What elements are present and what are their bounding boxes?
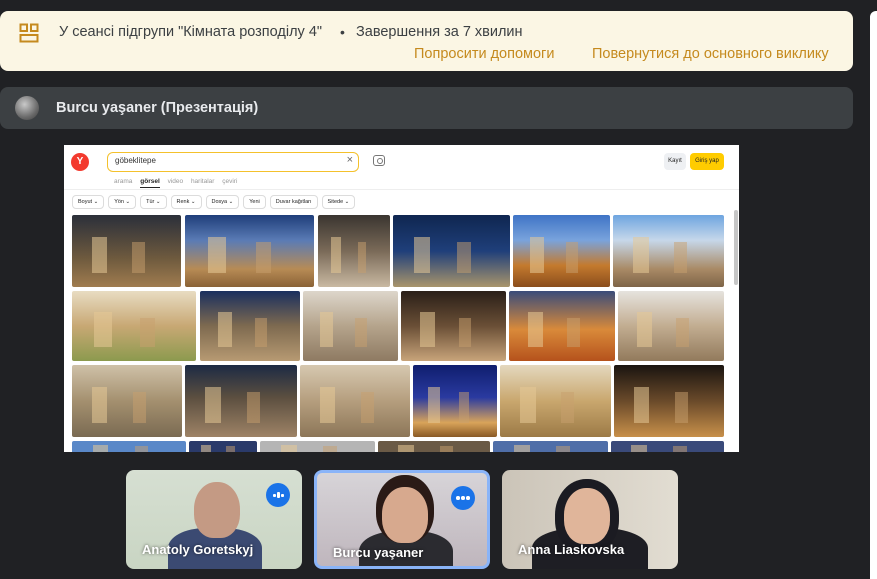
shared-tab-video: video [167, 178, 184, 185]
participant-video-face [194, 482, 240, 538]
participant-tile[interactable]: Anatoly Goretskyj [126, 470, 302, 569]
shared-scrollbar [734, 210, 738, 285]
return-to-main-call-link[interactable]: Повернутися до основного виклику [592, 46, 829, 62]
more-options-icon[interactable] [451, 486, 475, 510]
image-result [200, 291, 300, 361]
image-result [393, 215, 510, 287]
image-result [300, 365, 410, 437]
ask-for-help-link[interactable]: Попросити допомоги [414, 46, 554, 62]
shared-filter-chip: Dosya ⌄ [205, 195, 240, 209]
participant-name: Anatoly Goretskyj [142, 542, 254, 557]
shared-search-tabs: arama görsel video haritalar çeviri [114, 178, 243, 188]
shared-tab-gorsel: görsel [140, 178, 160, 188]
shared-search-query: göbeklitepe [115, 156, 156, 165]
shared-filter-bar: Boyut ⌄ Yön ⌄ Tür ⌄ Renk ⌄ Dosya ⌄ Yeni … [72, 195, 356, 209]
participant-video-face [564, 488, 610, 544]
participant-tile[interactable]: Anna Liaskovska [502, 470, 678, 569]
image-result [189, 441, 257, 452]
presenter-name: Burcu yaşaner (Презентація) [56, 100, 259, 116]
breakout-room-icon [19, 23, 39, 43]
shared-filter-chip: Boyut ⌄ [72, 195, 105, 209]
participant-name: Anna Liaskovska [518, 542, 625, 557]
shared-filter-chip: Yeni [243, 195, 266, 209]
shared-filter-chip: Renk ⌄ [170, 195, 202, 209]
participant-name: Burcu yaşaner [333, 545, 424, 560]
speaking-indicator-icon [266, 483, 290, 507]
image-result [493, 441, 608, 452]
side-panel-edge [870, 11, 877, 579]
separator-dot: • [340, 24, 345, 40]
shared-filter-chip: Duvar kağıtları [269, 195, 318, 209]
image-result [401, 291, 506, 361]
breakout-timer: Завершення за 7 хвилин [356, 24, 523, 40]
shared-filter-chip: Sitede ⌄ [321, 195, 356, 209]
image-result [500, 365, 611, 437]
shared-filter-chip: Tür ⌄ [140, 195, 167, 209]
image-result [72, 215, 181, 287]
image-result [614, 365, 724, 437]
image-result [303, 291, 398, 361]
shared-login-button: Giriş yap [690, 153, 724, 170]
image-result [413, 365, 497, 437]
clear-icon: × [346, 154, 353, 166]
breakout-banner: У сеансі підгрупи "Кімната розподілу 4" … [0, 11, 853, 71]
shared-filter-chip: Yön ⌄ [108, 195, 137, 209]
breakout-session-title: У сеансі підгрупи "Кімната розподілу 4" [59, 24, 323, 40]
shared-tab-ceviri: çeviri [222, 178, 238, 185]
presenter-avatar [15, 96, 39, 120]
shared-screen: Y göbeklitepe × Kayıt Giriş yap arama gö… [64, 145, 739, 452]
image-result [72, 441, 186, 452]
shared-kayit-button: Kayıt [664, 153, 686, 170]
participant-tile[interactable]: Burcu yaşaner [314, 470, 490, 569]
camera-search-icon [373, 155, 385, 166]
image-result [378, 441, 490, 452]
shared-tab-haritalar: haritalar [190, 178, 215, 185]
image-result [72, 365, 182, 437]
image-result [613, 215, 724, 287]
image-result [72, 291, 196, 361]
image-result [318, 215, 390, 287]
participant-video-face [382, 487, 428, 543]
shared-search-box: göbeklitepe × [107, 152, 359, 172]
image-result [260, 441, 375, 452]
shared-divider [64, 189, 739, 190]
presenter-bar: Burcu yaşaner (Презентація) [0, 87, 853, 129]
image-result [618, 291, 724, 361]
image-result [509, 291, 615, 361]
yandex-logo: Y [71, 153, 89, 171]
image-result [185, 215, 314, 287]
shared-tab-arama: arama [114, 178, 133, 185]
image-result [611, 441, 724, 452]
image-result [185, 365, 297, 437]
image-result [513, 215, 610, 287]
